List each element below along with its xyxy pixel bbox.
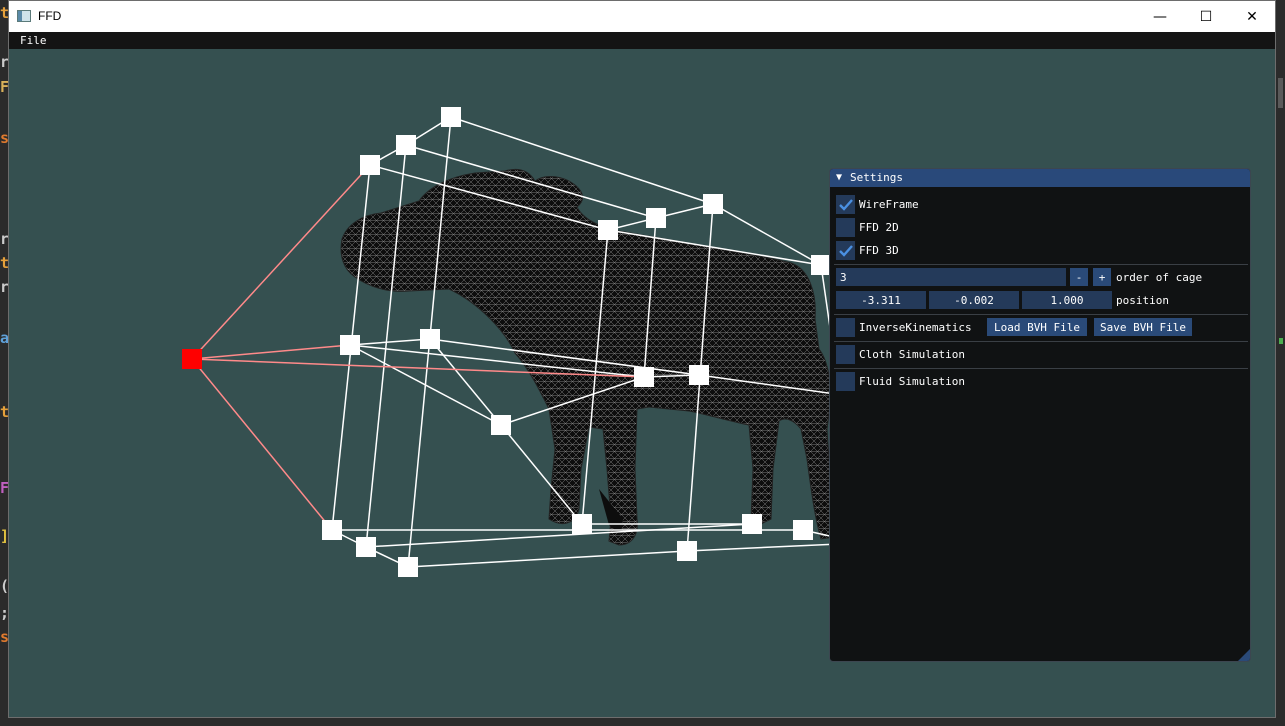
ffd3d-row[interactable]: FFD 3D	[836, 241, 899, 260]
menu-item-file[interactable]: File	[20, 34, 47, 47]
separator	[834, 314, 1248, 315]
control-point[interactable]	[598, 220, 618, 240]
control-point[interactable]	[572, 514, 592, 534]
minimize-icon: —	[1153, 8, 1167, 25]
control-point[interactable]	[689, 365, 709, 385]
wireframe-label: WireFrame	[859, 198, 919, 211]
control-point[interactable]	[742, 514, 762, 534]
control-point[interactable]	[646, 208, 666, 228]
control-point[interactable]	[491, 415, 511, 435]
checkmark-icon	[838, 198, 853, 211]
taskbar-edge	[8, 718, 1276, 726]
ik-row[interactable]: InverseKinematics	[836, 318, 972, 337]
wireframe-checkbox[interactable]	[836, 195, 855, 214]
position-label: position	[1116, 294, 1169, 307]
control-point[interactable]	[356, 537, 376, 557]
ffd3d-checkbox[interactable]	[836, 241, 855, 260]
order-label: order of cage	[1116, 271, 1203, 284]
control-point[interactable]	[420, 329, 440, 349]
control-point[interactable]	[703, 194, 723, 214]
control-point[interactable]	[441, 107, 461, 127]
checkmark-icon	[838, 244, 853, 257]
cloth-checkbox[interactable]	[836, 345, 855, 364]
app-window: FFD — ☐ ✕ File ▼ Settings WireFrame FFD …	[8, 0, 1276, 718]
order-input[interactable]: 3	[836, 268, 1066, 286]
ffd2d-checkbox[interactable]	[836, 218, 855, 237]
control-point[interactable]	[793, 520, 813, 540]
ffd2d-label: FFD 2D	[859, 221, 899, 234]
collapse-triangle-icon[interactable]: ▼	[836, 172, 842, 183]
position-y-input[interactable]: -0.002	[929, 291, 1019, 309]
3d-viewport[interactable]: ▼ Settings WireFrame FFD 2D FFD 3D 3 - +…	[9, 49, 1275, 717]
close-icon: ✕	[1246, 8, 1258, 25]
control-point[interactable]	[677, 541, 697, 561]
control-point[interactable]	[340, 335, 360, 355]
order-increment-button[interactable]: +	[1093, 268, 1111, 286]
cloth-label: Cloth Simulation	[859, 348, 965, 361]
position-z-input[interactable]: 1.000	[1022, 291, 1112, 309]
background-editor-strip-left: t r Fs r t r a t F](; s	[0, 0, 9, 726]
settings-panel: ▼ Settings WireFrame FFD 2D FFD 3D 3 - +…	[829, 168, 1251, 662]
control-point[interactable]	[634, 367, 654, 387]
close-button[interactable]: ✕	[1229, 1, 1275, 32]
fluid-row[interactable]: Fluid Simulation	[836, 372, 965, 391]
background-editor-strip-right	[1276, 0, 1285, 726]
settings-title: Settings	[850, 171, 903, 184]
position-x-input[interactable]: -3.311	[836, 291, 926, 309]
app-icon	[17, 10, 31, 22]
control-point[interactable]	[396, 135, 416, 155]
resize-grip[interactable]	[1238, 649, 1250, 661]
title-bar: FFD — ☐ ✕	[9, 1, 1275, 32]
control-point[interactable]	[360, 155, 380, 175]
separator	[834, 341, 1248, 342]
menu-bar: File	[9, 32, 1275, 49]
editor-scrollbar-thumb	[1278, 78, 1283, 108]
maximize-icon: ☐	[1199, 8, 1213, 25]
separator	[834, 264, 1248, 265]
control-point-selected[interactable]	[182, 349, 202, 369]
fluid-label: Fluid Simulation	[859, 375, 965, 388]
wireframe-row[interactable]: WireFrame	[836, 195, 919, 214]
control-point[interactable]	[322, 520, 342, 540]
ffd2d-row[interactable]: FFD 2D	[836, 218, 899, 237]
window-title: FFD	[38, 9, 62, 23]
separator	[834, 368, 1248, 369]
load-bvh-button[interactable]: Load BVH File	[987, 318, 1087, 336]
save-bvh-button[interactable]: Save BVH File	[1094, 318, 1192, 336]
ik-label: InverseKinematics	[859, 321, 972, 334]
editor-marker	[1279, 338, 1283, 344]
cloth-row[interactable]: Cloth Simulation	[836, 345, 965, 364]
control-point[interactable]	[811, 255, 831, 275]
order-decrement-button[interactable]: -	[1070, 268, 1088, 286]
control-point[interactable]	[398, 557, 418, 577]
ik-checkbox[interactable]	[836, 318, 855, 337]
maximize-button[interactable]: ☐	[1183, 1, 1229, 32]
ffd3d-label: FFD 3D	[859, 244, 899, 257]
settings-header[interactable]: ▼ Settings	[830, 169, 1250, 187]
minimize-button[interactable]: —	[1137, 1, 1183, 32]
fluid-checkbox[interactable]	[836, 372, 855, 391]
